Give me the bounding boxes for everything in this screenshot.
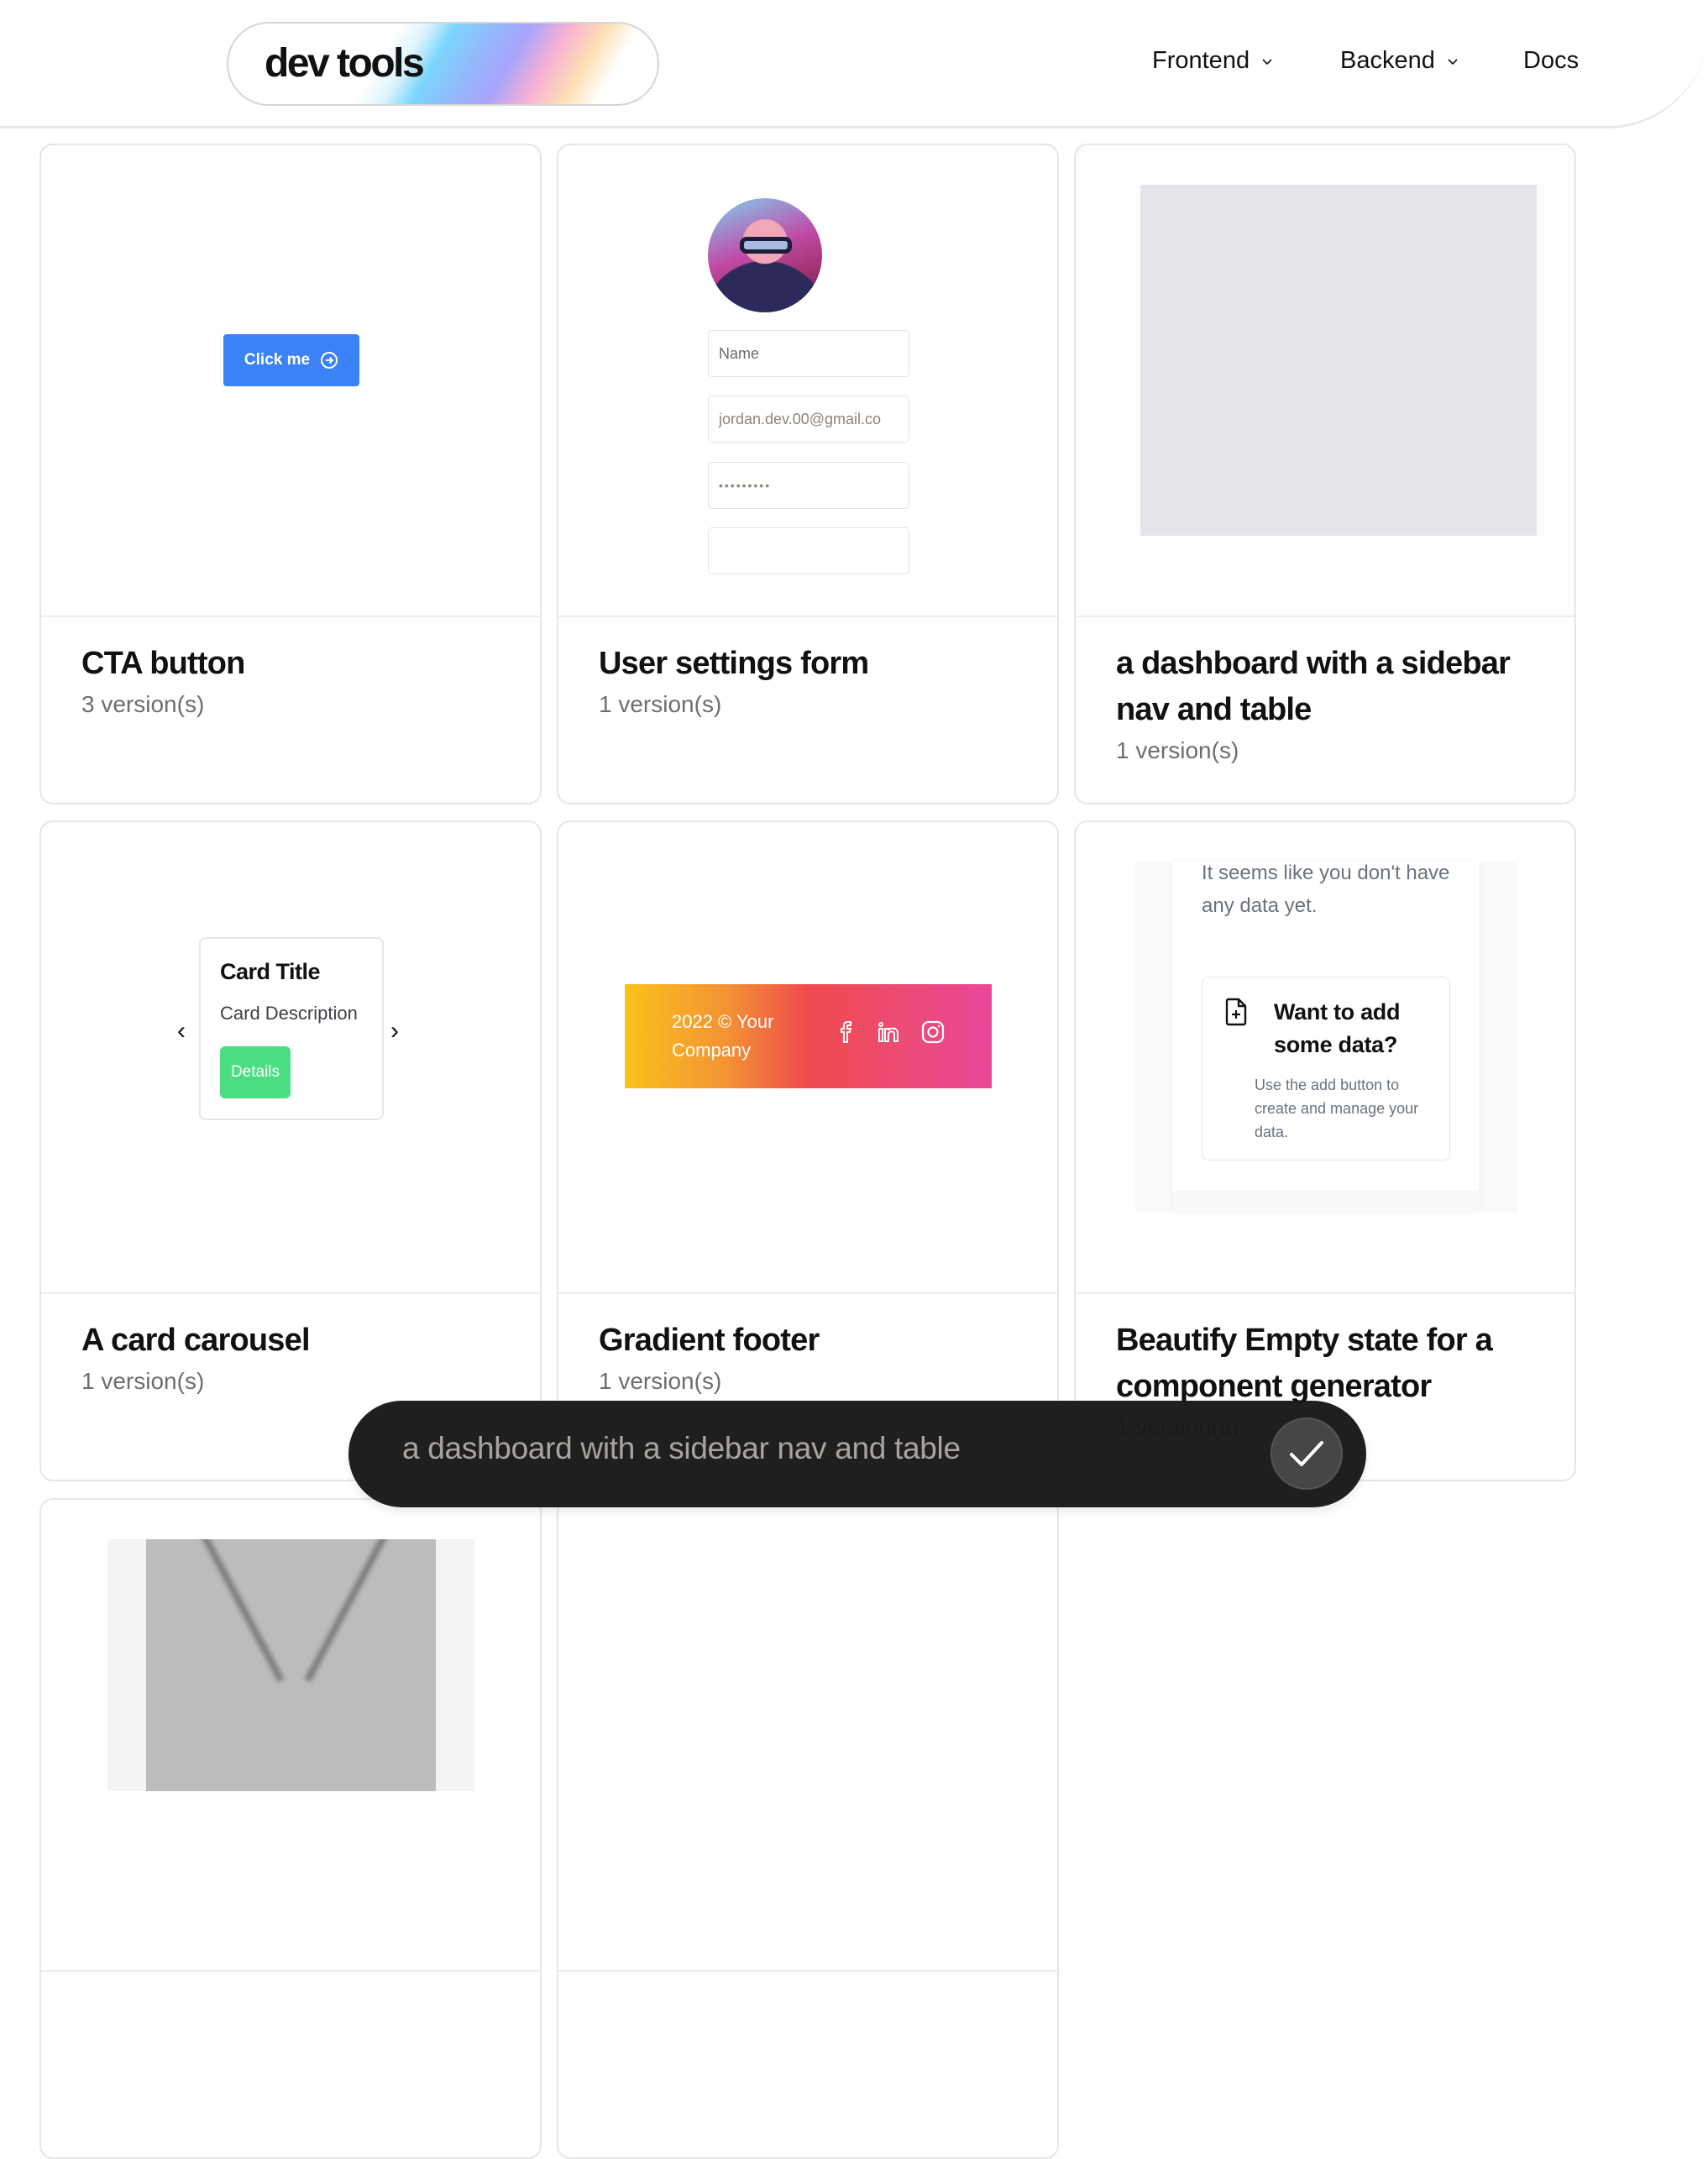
arrow-right-circle-icon <box>321 352 338 369</box>
facebook-icon <box>841 1021 852 1043</box>
gradient-footer-preview: 2022 © Your Company <box>625 984 992 1088</box>
card-versions: 1 version(s) <box>599 1368 722 1394</box>
password-field: ••••••••• <box>708 462 909 509</box>
avatar-glasses <box>740 237 792 254</box>
card-title: Beautify Empty state for a component gen… <box>1116 1323 1493 1404</box>
component-card[interactable]: Click me CTA button 3 version(s) <box>39 144 542 804</box>
card-title: CTA button <box>81 646 245 681</box>
card-preview <box>1076 145 1574 617</box>
nav-backend[interactable]: Backend <box>1340 47 1459 75</box>
prompt-input[interactable]: a dashboard with a sidebar nav and table <box>402 1431 961 1466</box>
card-preview <box>41 1500 540 1972</box>
email-field: jordan.dev.00@gmail.co <box>708 396 909 443</box>
component-card[interactable]: a dashboard with a sidebar nav and table… <box>1074 144 1576 804</box>
social-icons <box>836 1019 946 1045</box>
avatar <box>708 198 822 312</box>
empty-state-box-description: Use the add button to create and manage … <box>1255 1077 1419 1140</box>
card-versions: 1 version(s) <box>81 1368 205 1394</box>
component-card[interactable]: 2022 © Your Company Gradient footer 1 ve… <box>557 820 1059 1481</box>
card-preview: It seems like you don't have any data ye… <box>1076 822 1574 1294</box>
thumbnail-image <box>146 1539 436 1791</box>
carousel-card-title: Card Title <box>220 959 321 984</box>
card-info: A card carousel 1 version(s) <box>81 1318 506 1397</box>
card-title: a dashboard with a sidebar nav and table <box>1116 646 1511 727</box>
carousel-item: Card Title Card Description Details <box>199 937 384 1120</box>
top-header: dev tools Frontend Backend Docs <box>0 0 1708 128</box>
card-preview: ‹ Card Title Card Description Details › <box>41 822 540 1294</box>
logo-text: dev tools <box>265 41 425 86</box>
linkedin-icon <box>878 1022 899 1042</box>
component-card[interactable] <box>557 1498 1059 2159</box>
extra-field <box>708 527 909 574</box>
card-info: CTA button 3 version(s) <box>81 641 506 721</box>
card-preview <box>558 1500 1057 1972</box>
empty-state-box-title: Want to add some data? <box>1274 999 1401 1057</box>
empty-state-lead: It seems like you don't have any data ye… <box>1202 862 1450 917</box>
card-preview: 2022 © Your Company <box>558 822 1057 1294</box>
card-title: Gradient footer <box>599 1323 820 1358</box>
card-versions: 3 version(s) <box>81 691 205 717</box>
check-icon <box>1290 1441 1323 1466</box>
nav-backend-label: Backend <box>1340 47 1435 74</box>
nav-frontend-label: Frontend <box>1152 47 1250 74</box>
card-versions: 1 version(s) <box>599 691 722 717</box>
empty-state-panel: It seems like you don't have any data ye… <box>1172 862 1479 1213</box>
submit-button[interactable] <box>1271 1417 1343 1490</box>
name-field: Name <box>708 330 909 377</box>
prompt-bar[interactable]: a dashboard with a sidebar nav and table <box>348 1401 1366 1507</box>
card-preview: Click me <box>41 145 540 617</box>
details-button: Details <box>220 1046 291 1098</box>
card-title: A card carousel <box>81 1323 311 1358</box>
component-card[interactable] <box>39 1498 542 2159</box>
preview-thumbnail <box>107 1539 474 1791</box>
cta-button-label: Click me <box>244 351 311 369</box>
component-card[interactable]: Name jordan.dev.00@gmail.co ••••••••• Us… <box>557 144 1059 804</box>
nav-frontend[interactable]: Frontend <box>1152 47 1273 75</box>
chevron-down-icon <box>1262 58 1272 65</box>
component-card[interactable]: ‹ Card Title Card Description Details › … <box>39 820 542 1481</box>
card-info: a dashboard with a sidebar nav and table… <box>1116 641 1541 767</box>
card-title: User settings form <box>599 646 869 681</box>
card-info: Gradient footer 1 version(s) <box>599 1318 1024 1397</box>
logo[interactable]: dev tools <box>227 22 659 106</box>
card-preview: Name jordan.dev.00@gmail.co ••••••••• <box>558 145 1057 617</box>
chevron-down-icon <box>1448 58 1458 65</box>
card-versions: 1 version(s) <box>1116 737 1239 763</box>
nav-docs[interactable]: Docs <box>1523 47 1579 75</box>
chevron-left-icon: ‹ <box>177 1017 186 1045</box>
instagram-icon <box>921 1020 945 1044</box>
card-info: User settings form 1 version(s) <box>599 641 1024 721</box>
component-card[interactable]: It seems like you don't have any data ye… <box>1074 820 1576 1481</box>
preview-placeholder <box>1140 185 1537 536</box>
cta-preview-button: Click me <box>223 334 359 386</box>
chevron-right-icon: › <box>390 1017 399 1045</box>
footer-copyright: 2022 © Your Company <box>672 1011 774 1061</box>
nav-docs-label: Docs <box>1523 47 1580 74</box>
empty-state-box: Want to add some data? Use the add butto… <box>1202 977 1450 1161</box>
file-plus-icon <box>1225 998 1247 1026</box>
empty-state-footer <box>1172 1191 1479 1213</box>
empty-state-preview: It seems like you don't have any data ye… <box>1135 862 1517 1213</box>
carousel-card-description: Card Description <box>220 1003 358 1024</box>
